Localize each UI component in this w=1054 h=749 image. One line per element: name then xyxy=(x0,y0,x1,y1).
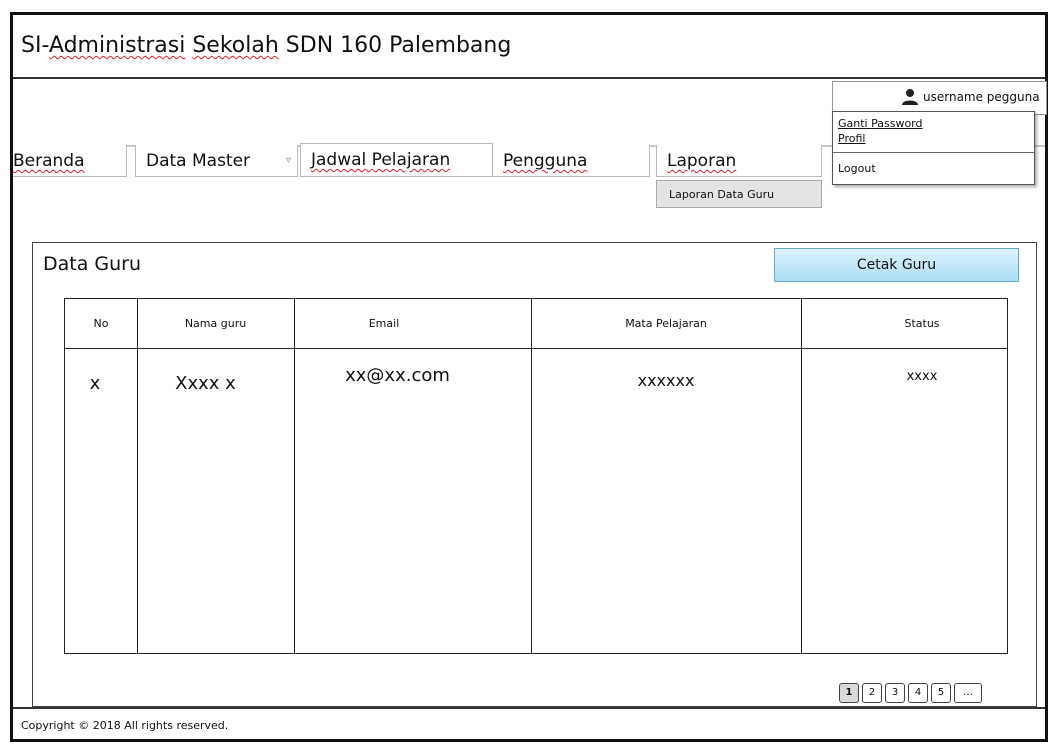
nav-item-label: Data Master xyxy=(146,151,251,171)
nav-item-pengguna[interactable]: Pengguna xyxy=(492,145,650,177)
nav-item-label: Pengguna xyxy=(503,151,588,171)
print-teachers-button[interactable]: Cetak Guru xyxy=(774,248,1019,282)
page-2-button[interactable]: 2 xyxy=(862,683,882,703)
column-divider xyxy=(137,299,138,653)
column-header-status: Status xyxy=(904,317,940,330)
app-title: SI-Administrasi Sekolah SDN 160 Palemban… xyxy=(21,33,512,58)
nav-item-label: Jadwal Pelajaran xyxy=(311,150,451,170)
column-divider xyxy=(531,299,532,653)
column-header-mata-pelajaran: Mata Pelajaran xyxy=(625,317,707,330)
user-icon xyxy=(902,89,918,105)
submenu-item-laporan-data-guru[interactable]: Laporan Data Guru xyxy=(656,180,822,208)
cell-nama-guru: Xxxx x xyxy=(175,373,236,394)
app-window: SI-Administrasi Sekolah SDN 160 Palemban… xyxy=(10,12,1048,742)
chevron-down-icon: ▿ xyxy=(285,155,291,166)
page-3-button[interactable]: 3 xyxy=(885,683,905,703)
footer-divider xyxy=(13,707,1045,709)
username-label: username pegguna xyxy=(923,90,1040,104)
page-5-button[interactable]: 5 xyxy=(931,683,951,703)
cell-no: x xyxy=(89,373,101,394)
column-header-email: Email xyxy=(368,317,400,330)
column-divider xyxy=(294,299,295,653)
column-header-nama-guru: Nama guru xyxy=(184,317,247,330)
page-4-button[interactable]: 4 xyxy=(908,683,928,703)
panel-title: Data Guru xyxy=(43,253,142,275)
user-dropdown-menu: Ganti Password Profil Logout xyxy=(832,111,1035,185)
user-account-button[interactable]: username pegguna xyxy=(832,81,1047,115)
nav-item-beranda[interactable]: Beranda xyxy=(13,145,127,177)
column-header-no: No xyxy=(93,317,109,330)
profile-link[interactable]: Profil xyxy=(838,132,865,145)
nav-item-label: Beranda xyxy=(13,151,85,171)
data-guru-panel: Data Guru Cetak Guru No Nama guru Email … xyxy=(32,242,1037,707)
menu-divider xyxy=(833,152,1034,153)
nav-item-label: Laporan xyxy=(667,151,737,171)
column-divider xyxy=(801,299,802,653)
title-bar: SI-Administrasi Sekolah SDN 160 Palemban… xyxy=(13,15,1045,79)
cell-email: xx@xx.com xyxy=(345,365,450,386)
nav-item-jadwal-pelajaran[interactable]: Jadwal Pelajaran xyxy=(300,143,493,177)
header-divider xyxy=(65,348,1007,349)
nav-item-data-master[interactable]: Data Master ▿ xyxy=(135,145,298,177)
cell-mata-pelajaran: xxxxxx xyxy=(637,371,695,390)
cell-status: xxxx xyxy=(906,369,938,384)
teachers-table: No Nama guru Email Mata Pelajaran Status… xyxy=(64,298,1008,654)
copyright-text: Copyright © 2018 All rights reserved. xyxy=(21,719,229,732)
logout-link[interactable]: Logout xyxy=(838,162,876,175)
pagination: 1 2 3 4 5 … xyxy=(839,683,982,705)
more-pages-button[interactable]: … xyxy=(954,683,982,703)
change-password-link[interactable]: Ganti Password xyxy=(838,117,922,130)
nav-item-laporan[interactable]: Laporan xyxy=(656,145,822,177)
page-1-button[interactable]: 1 xyxy=(839,683,859,703)
